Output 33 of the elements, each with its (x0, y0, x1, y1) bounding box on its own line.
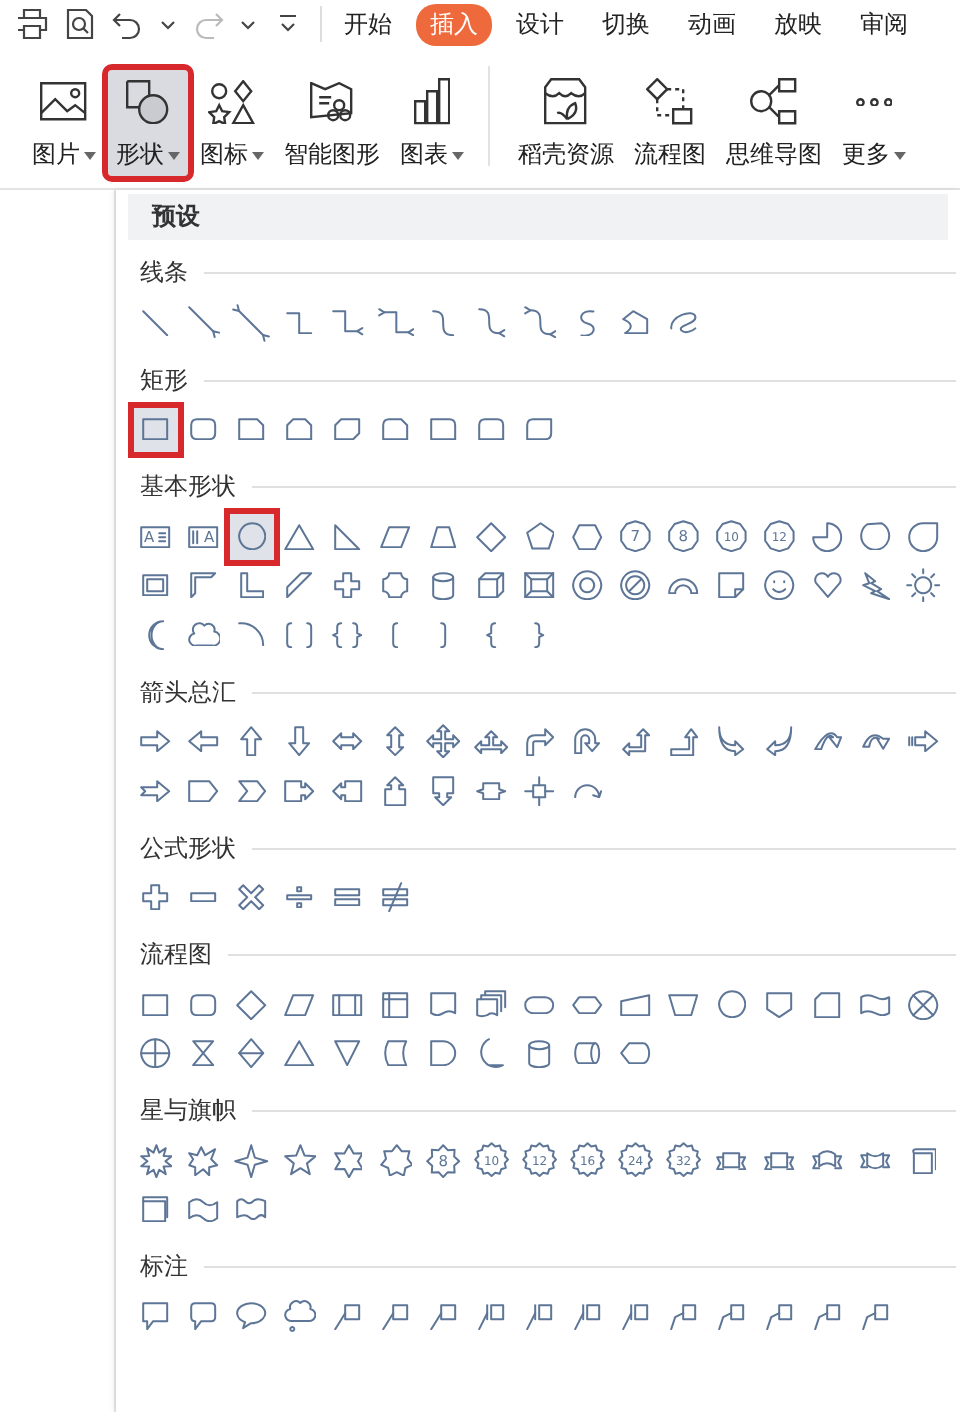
ribbon-tab[interactable]: 审阅 (846, 3, 922, 45)
section-title: 线条 (140, 256, 188, 290)
ribbon-button-label: 图表 (400, 138, 448, 172)
ribbon-button-label: 智能图形 (284, 138, 380, 172)
ribbon-button[interactable]: 更多 (834, 70, 914, 176)
section-title: 公式形状 (140, 831, 236, 865)
ribbon-tab[interactable]: 切换 (588, 3, 664, 45)
ribbon-tab[interactable]: 设计 (502, 3, 578, 45)
ribbon-button-label: 流程图 (634, 138, 706, 172)
ribbon-tab[interactable]: 开始 (330, 3, 406, 45)
ribbon-button[interactable]: 图表 (392, 70, 472, 176)
ribbon-button[interactable]: 流程图 (626, 70, 714, 176)
ribbon-button[interactable]: 思维导图 (718, 70, 830, 176)
ribbon-button-label: 图标 (200, 138, 248, 172)
ribbon-button[interactable]: 智能图形 (276, 70, 388, 176)
section-title: 基本形状 (140, 470, 236, 504)
ribbon-tab[interactable]: 放映 (760, 3, 836, 45)
ribbon-button-label: 更多 (842, 138, 890, 172)
section-title: 星与旗帜 (140, 1094, 236, 1128)
section-title: 矩形 (140, 363, 188, 397)
ribbon-button-label: 稻壳资源 (518, 138, 614, 172)
ribbon-button[interactable]: 形状 (108, 70, 188, 176)
ribbon-tab[interactable]: 动画 (674, 3, 750, 45)
ribbon-button[interactable]: 图标 (192, 70, 272, 176)
ribbon-button[interactable]: 稻壳资源 (510, 70, 622, 176)
ribbon-button[interactable]: 图片 (24, 70, 104, 176)
ribbon-button-label: 形状 (116, 138, 164, 172)
section-title: 标注 (140, 1250, 188, 1284)
ribbon-button-label: 思维导图 (726, 138, 822, 172)
section-title: 流程图 (140, 938, 212, 972)
ribbon-button-label: 图片 (32, 138, 80, 172)
panel-header: 预设 (128, 194, 948, 240)
section-title: 箭头总汇 (140, 675, 236, 709)
